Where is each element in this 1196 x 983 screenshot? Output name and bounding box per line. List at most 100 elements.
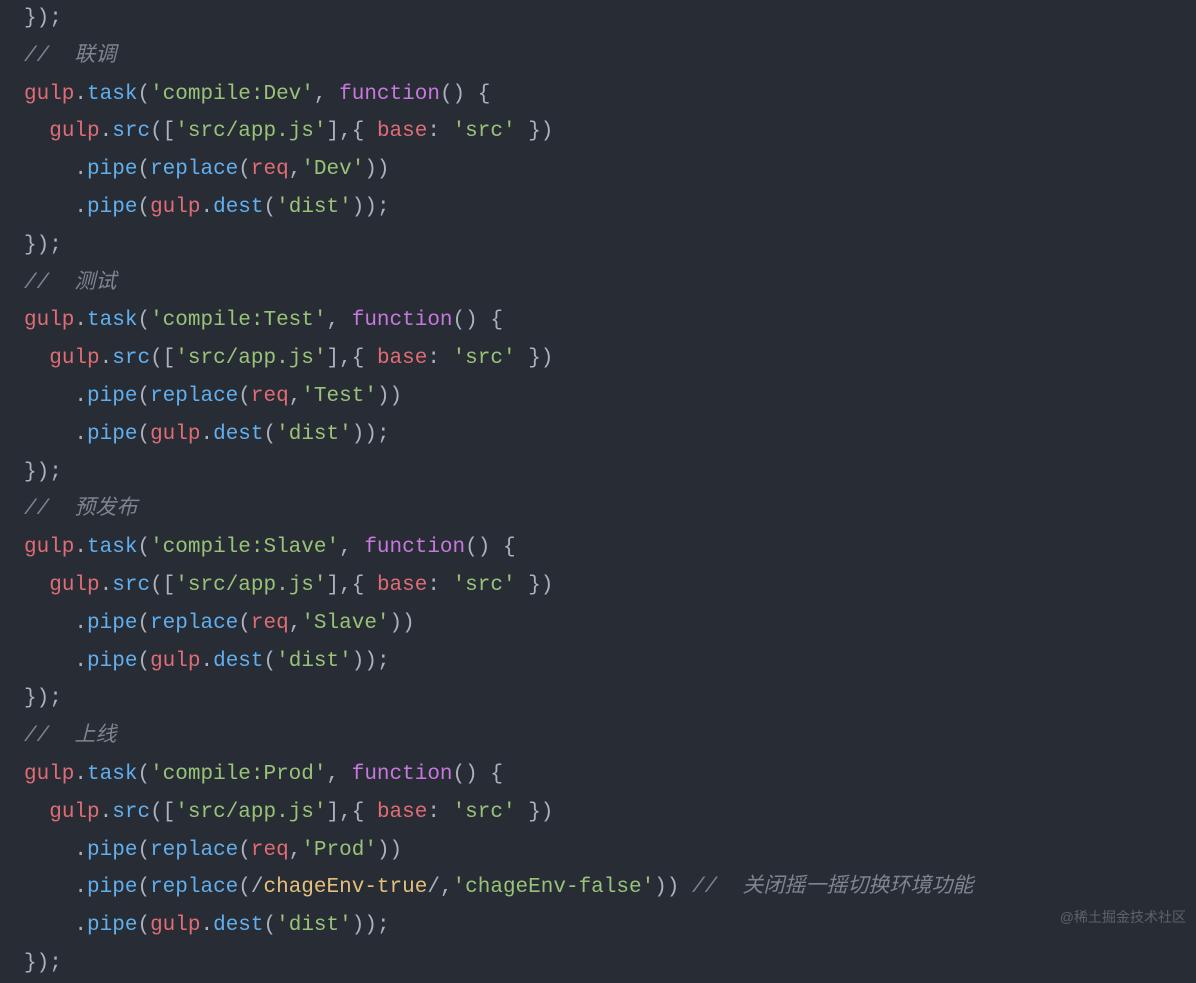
- paren-close: )): [390, 612, 415, 635]
- string-taskname: 'compile:Test': [150, 309, 326, 332]
- string-srcapp: 'src/app.js': [175, 574, 326, 597]
- dot: .: [100, 120, 113, 143]
- string-env: 'Slave': [301, 612, 389, 635]
- ident-gulp: gulp: [150, 914, 200, 937]
- dot: .: [74, 839, 87, 862]
- method-replace: replace: [150, 158, 238, 181]
- paren-open: (: [137, 612, 150, 635]
- brace-close: }): [516, 120, 554, 143]
- dot: .: [74, 914, 87, 937]
- comma: ,: [289, 612, 302, 635]
- dot: .: [74, 83, 87, 106]
- string-dist: 'dist': [276, 196, 352, 219]
- comment: // 测试: [24, 272, 116, 295]
- comma: ,: [289, 385, 302, 408]
- string-dist: 'dist': [276, 423, 352, 446]
- regex-body: chageEnv-true: [264, 876, 428, 899]
- method-pipe: pipe: [87, 158, 137, 181]
- dot: .: [74, 612, 87, 635]
- comma: ,: [289, 158, 302, 181]
- keyword-function: function: [352, 309, 453, 332]
- watermark: @稀土掘金技术社区: [1060, 905, 1186, 930]
- paren-open: (: [137, 839, 150, 862]
- method-pipe: pipe: [87, 612, 137, 635]
- comma: ,: [327, 763, 352, 786]
- paren-open: (: [238, 612, 251, 635]
- ident-gulp: gulp: [24, 536, 74, 559]
- method-task: task: [87, 763, 137, 786]
- comma: ,: [327, 309, 352, 332]
- dot: .: [74, 650, 87, 673]
- method-pipe: pipe: [87, 914, 137, 937]
- paren-close: )): [654, 876, 692, 899]
- string-srcapp: 'src/app.js': [175, 347, 326, 370]
- code-block[interactable]: }); // 联调 gulp.task('compile:Dev', funct…: [0, 0, 1196, 983]
- dot: .: [100, 801, 113, 824]
- ident-gulp: gulp: [24, 83, 74, 106]
- dot: .: [200, 196, 213, 219]
- paren-close: ));: [352, 423, 390, 446]
- method-replace: replace: [150, 876, 238, 899]
- brace-close: });: [24, 7, 62, 30]
- method-pipe: pipe: [87, 385, 137, 408]
- method-pipe: pipe: [87, 196, 137, 219]
- paren-open: (: [137, 876, 150, 899]
- ident-gulp: gulp: [49, 120, 99, 143]
- string-env: 'Test': [301, 385, 377, 408]
- comment: // 预发布: [24, 498, 137, 521]
- paren-close: ));: [352, 650, 390, 673]
- fn-head: () {: [453, 763, 503, 786]
- paren-open: (: [137, 914, 150, 937]
- brace-close: }): [516, 574, 554, 597]
- colon: :: [427, 801, 452, 824]
- dot: .: [74, 385, 87, 408]
- method-task: task: [87, 536, 137, 559]
- string-replacement: 'chageEnv-false': [453, 876, 655, 899]
- colon: :: [427, 347, 452, 370]
- paren-close: )): [364, 158, 389, 181]
- paren-open: (: [137, 158, 150, 181]
- ident-req: req: [251, 612, 289, 635]
- paren-open: (: [137, 763, 150, 786]
- ident-req: req: [251, 158, 289, 181]
- ident-req: req: [251, 385, 289, 408]
- string-src: 'src': [453, 574, 516, 597]
- bracket-close: ],{: [327, 801, 377, 824]
- comment: // 上线: [24, 725, 116, 748]
- method-replace: replace: [150, 839, 238, 862]
- string-dist: 'dist': [276, 914, 352, 937]
- string-taskname: 'compile:Slave': [150, 536, 339, 559]
- method-src: src: [112, 120, 150, 143]
- brace-close: });: [24, 952, 62, 975]
- dot: .: [74, 763, 87, 786]
- key-base: base: [377, 347, 427, 370]
- regex-slash: /: [251, 876, 264, 899]
- ident-gulp: gulp: [150, 650, 200, 673]
- dot: .: [200, 423, 213, 446]
- method-pipe: pipe: [87, 839, 137, 862]
- brace-close: });: [24, 687, 62, 710]
- bracket-close: ],{: [327, 574, 377, 597]
- dot: .: [100, 574, 113, 597]
- key-base: base: [377, 574, 427, 597]
- paren-open: (: [238, 876, 251, 899]
- ident-gulp: gulp: [24, 309, 74, 332]
- dot: .: [74, 158, 87, 181]
- method-pipe: pipe: [87, 876, 137, 899]
- regex-slash: /: [427, 876, 440, 899]
- method-replace: replace: [150, 612, 238, 635]
- method-src: src: [112, 574, 150, 597]
- keyword-function: function: [364, 536, 465, 559]
- string-env: 'Dev': [301, 158, 364, 181]
- string-env: 'Prod': [301, 839, 377, 862]
- string-srcapp: 'src/app.js': [175, 120, 326, 143]
- paren-close: )): [377, 839, 402, 862]
- paren-close: ));: [352, 914, 390, 937]
- paren-open: (: [137, 385, 150, 408]
- ident-req: req: [251, 839, 289, 862]
- paren-open: (: [264, 650, 277, 673]
- dot: .: [100, 347, 113, 370]
- ident-gulp: gulp: [150, 196, 200, 219]
- paren-open: (: [137, 423, 150, 446]
- dot: .: [74, 309, 87, 332]
